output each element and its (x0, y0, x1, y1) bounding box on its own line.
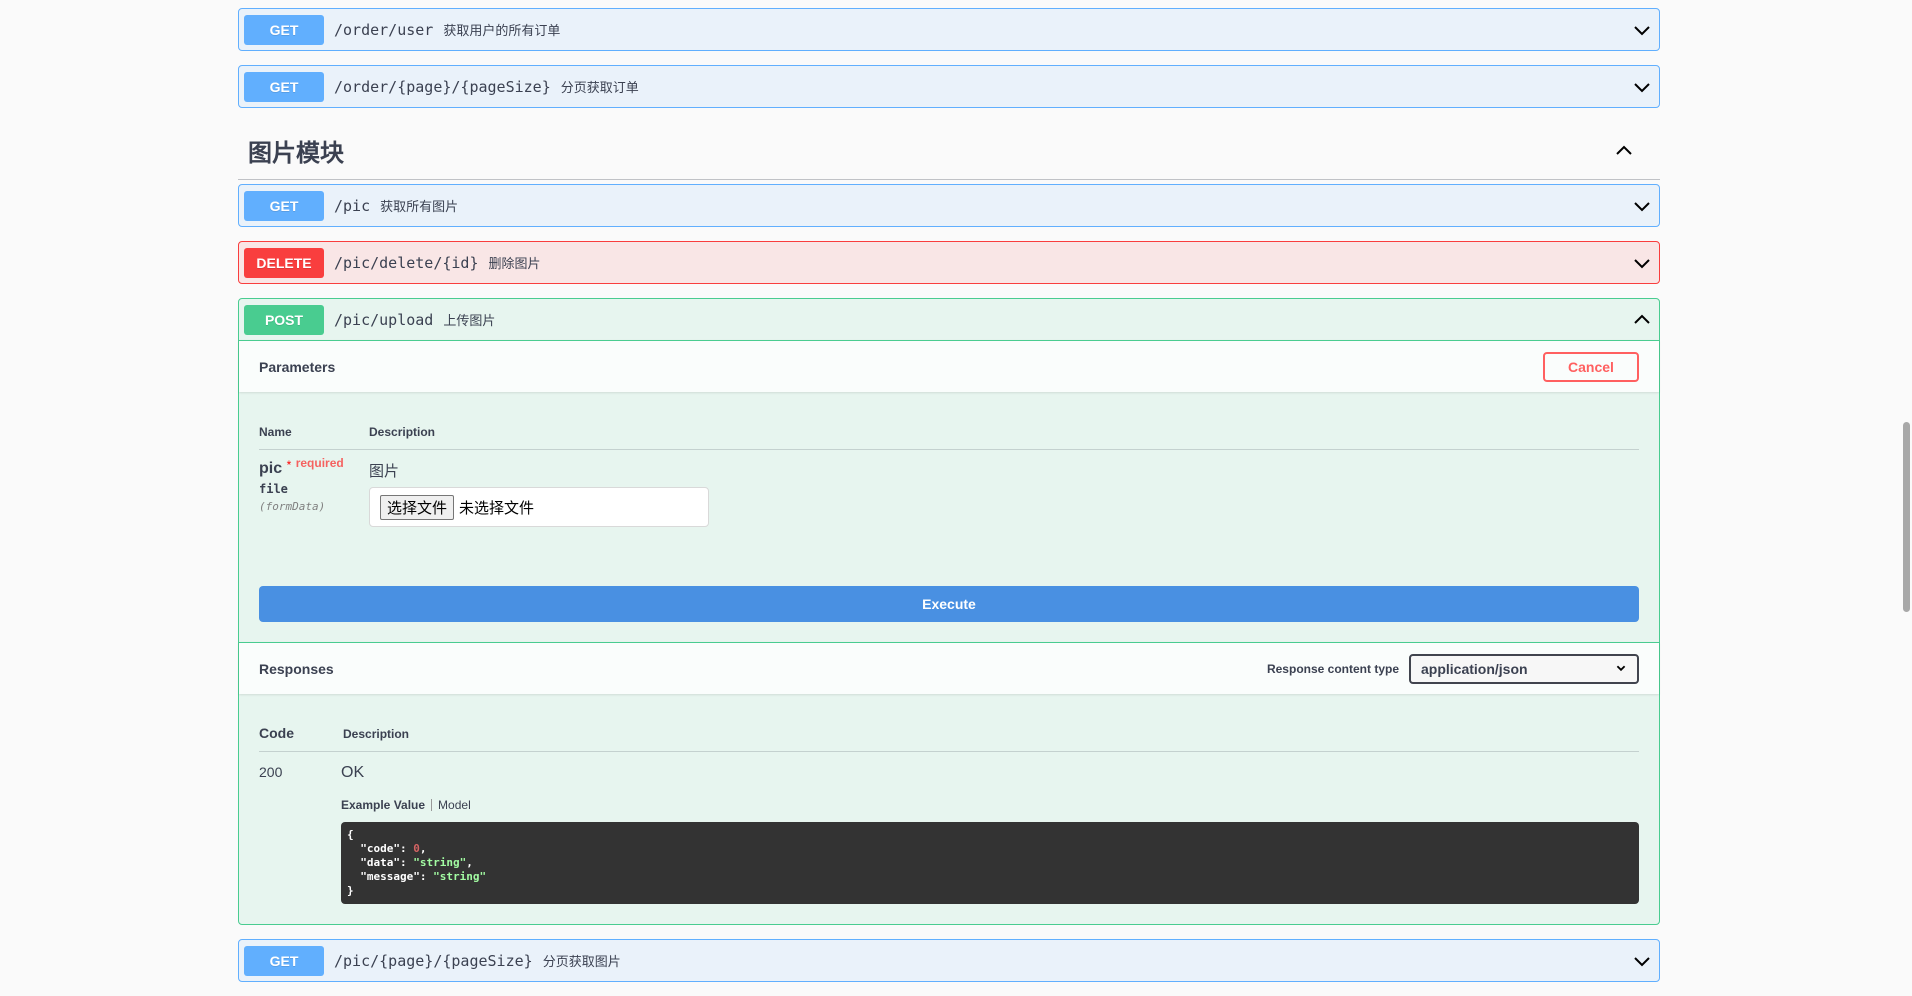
method-badge: GET (244, 945, 324, 976)
response-description-cell: OK Example Value Model { "code": 0, "dat… (341, 764, 1639, 904)
chevron-down-icon (1615, 661, 1627, 677)
operation-description: 分页获取订单 (560, 80, 639, 95)
chevron-down-icon[interactable] (1630, 75, 1654, 99)
operation-path: /pic/upload (334, 310, 434, 329)
chevron-up-icon[interactable] (1630, 308, 1654, 332)
execute-button[interactable]: Execute (259, 586, 1639, 622)
chevron-down-icon[interactable] (1630, 194, 1654, 218)
chevron-down-icon[interactable] (1630, 251, 1654, 275)
method-badge: DELETE (244, 247, 324, 278)
operation-description: 获取所有图片 (380, 199, 459, 214)
operation-path: /order/user (334, 20, 434, 39)
choose-file-button[interactable]: 选择文件 (380, 494, 455, 520)
response-row: 200 OK Example Value Model { "code": 0, … (259, 752, 1639, 904)
response-content-type-select[interactable]: application/json (1409, 653, 1639, 684)
tab-model[interactable]: Model (438, 798, 471, 812)
operation-get-pic-page: GET /pic/{page}/{pageSize} 分页获取图片 (238, 939, 1660, 982)
parameters-header: Parameters Cancel (239, 340, 1659, 392)
operation-get-order-page: GET /order/{page}/{pageSize} 分页获取订单 (238, 65, 1660, 108)
method-badge: GET (244, 190, 324, 221)
parameter-in: (formData) (259, 500, 326, 513)
operation-path: /pic/delete/{id} (334, 253, 479, 272)
operation-summary[interactable]: GET /order/user 获取用户的所有订单 (239, 9, 1659, 50)
operation-description: 上传图片 (443, 313, 496, 328)
column-description: Description (369, 425, 436, 439)
operation-get-pic: GET /pic 获取所有图片 (238, 184, 1660, 227)
operation-description: 删除图片 (488, 256, 541, 271)
parameters-table: Name Description pic * required file (fo… (239, 392, 1659, 560)
operation-description: 获取用户的所有订单 (443, 23, 561, 38)
responses-title: Responses (259, 660, 334, 677)
operation-post-pic-upload: POST /pic/upload 上传图片 Parameters Cancel … (238, 298, 1660, 925)
selected-content-type: application/json (1421, 660, 1528, 677)
operation-summary[interactable]: POST /pic/upload 上传图片 (239, 299, 1659, 340)
operations-list: GET /order/user 获取用户的所有订单 GET /order/{pa… (238, 8, 1660, 996)
operation-path: /pic/{page}/{pageSize} (334, 951, 533, 970)
method-badge: POST (244, 304, 324, 335)
tab-example-value[interactable]: Example Value (341, 798, 425, 812)
required-star: * (286, 458, 292, 472)
column-name: Name (259, 425, 292, 439)
parameter-description: 图片 (369, 463, 400, 480)
chevron-down-icon[interactable] (1630, 949, 1654, 973)
cancel-button[interactable]: Cancel (1543, 351, 1639, 382)
parameter-type: file (259, 482, 288, 496)
no-file-label: 未选择文件 (459, 499, 535, 517)
responses-table: Code Description 200 OK Example Value Mo… (239, 694, 1659, 924)
column-code: Code (259, 725, 294, 741)
method-badge: GET (244, 14, 324, 45)
response-content-type: Response content type application/json (1266, 653, 1639, 684)
operation-summary[interactable]: DELETE /pic/delete/{id} 删除图片 (239, 242, 1659, 283)
page-scrollbar[interactable] (1900, 0, 1912, 958)
operation-path: /order/{page}/{pageSize} (334, 77, 551, 96)
parameters-columns: Name Description (259, 412, 1639, 450)
chevron-up-icon[interactable] (1612, 139, 1636, 163)
responses-columns: Code Description (259, 714, 1639, 752)
responses-header: Responses Response content type applicat… (239, 642, 1659, 694)
tag-title: 图片模块 (248, 140, 344, 167)
example-tabs: Example Value Model (341, 798, 1639, 812)
tag-header[interactable]: 图片模块 (238, 122, 1660, 180)
operation-description: 分页获取图片 (542, 954, 621, 969)
chevron-down-icon[interactable] (1630, 18, 1654, 42)
method-badge: GET (244, 71, 324, 102)
required-label: required (295, 456, 344, 470)
operation-get-order-user: GET /order/user 获取用户的所有订单 (238, 8, 1660, 51)
scrollbar-thumb[interactable] (1903, 422, 1910, 612)
operation-delete-pic: DELETE /pic/delete/{id} 删除图片 (238, 241, 1660, 284)
example-json: { "code": 0, "data": "string", "message"… (341, 822, 1639, 904)
response-description: OK (341, 764, 365, 781)
operation-summary[interactable]: GET /pic 获取所有图片 (239, 185, 1659, 226)
parameters-title: Parameters (259, 358, 336, 375)
operation-summary[interactable]: GET /pic/{page}/{pageSize} 分页获取图片 (239, 940, 1659, 981)
tab-divider (431, 799, 433, 811)
response-content-type-label: Response content type (1266, 661, 1399, 676)
column-description: Description (343, 727, 410, 741)
operation-summary[interactable]: GET /order/{page}/{pageSize} 分页获取订单 (239, 66, 1659, 107)
parameter-name-cell: pic * required file (formData) (259, 456, 369, 560)
parameter-row: pic * required file (formData) 图片 选择文件 未… (259, 450, 1639, 560)
operation-path: /pic (334, 196, 371, 215)
response-code: 200 (259, 764, 283, 780)
parameter-description-cell: 图片 选择文件 未选择文件 (369, 460, 709, 560)
file-input[interactable]: 选择文件 未选择文件 (369, 487, 709, 527)
parameter-name: pic (259, 460, 283, 477)
